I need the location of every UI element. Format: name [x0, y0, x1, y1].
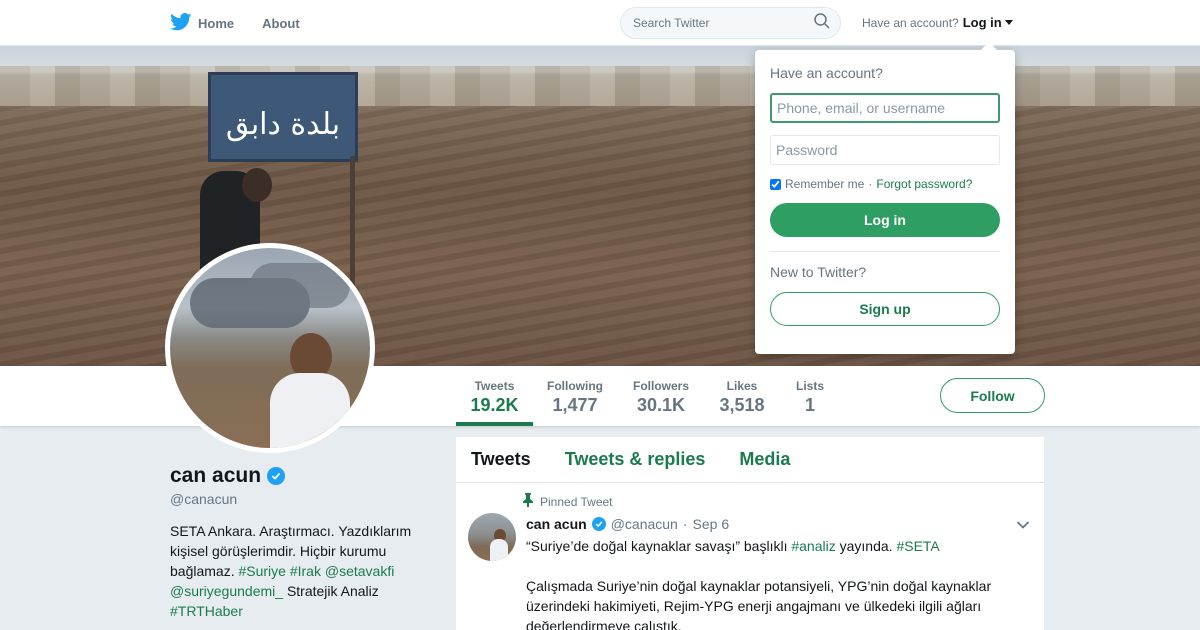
about-label: About	[262, 15, 300, 31]
account-prompt: Have an account?	[862, 15, 959, 30]
search-box[interactable]	[620, 7, 841, 39]
tweet-text-segment: “Suriye’de doğal kaynaklar savaşı” başlı…	[526, 538, 788, 554]
dropdown-title: Have an account?	[770, 65, 883, 81]
remember-separator: ·	[868, 177, 873, 191]
pinned-label: Pinned Tweet	[540, 494, 613, 509]
follow-button[interactable]: Follow	[940, 378, 1045, 413]
tweet-paragraph: “Suriye’de doğal kaynaklar savaşı” başlı…	[526, 536, 1026, 556]
bio-text: Stratejik Analiz	[286, 583, 379, 599]
timeline: Tweets Tweets & replies Media Pinned Twe…	[456, 437, 1044, 630]
banner-sign-text: بلدة دابق	[225, 107, 341, 142]
username-field[interactable]	[770, 93, 1000, 123]
bio-hashtag[interactable]: #TRTHaber	[170, 603, 243, 619]
login-link-label: Log in	[962, 15, 1002, 30]
stat-value: 1,477	[552, 395, 598, 415]
tab-tweets-replies[interactable]: Tweets & replies	[565, 449, 706, 470]
pinned-label-row: Pinned Tweet	[522, 493, 1025, 510]
verified-icon	[267, 467, 286, 485]
stat-label: Following	[547, 379, 603, 393]
tweet-timestamp[interactable]: Sep 6	[693, 516, 730, 532]
bio-mention[interactable]: @setavakfi	[325, 563, 394, 579]
tweet-hashtag[interactable]: #analiz	[791, 538, 835, 554]
search-input[interactable]	[633, 16, 803, 30]
bio-hashtag[interactable]: #Irak	[290, 563, 321, 579]
tweet-text: “Suriye’de doğal kaynaklar savaşı” başlı…	[526, 536, 1026, 630]
profile-name-row: can acun	[170, 464, 286, 488]
stat-value: 30.1K	[636, 395, 686, 415]
account-area: Have an account? Log in	[862, 15, 1013, 30]
stat-label: Followers	[632, 379, 689, 393]
signup-button[interactable]: Sign up	[770, 292, 1000, 326]
home-label: Home	[198, 15, 235, 31]
tab-tweets[interactable]: Tweets	[471, 449, 531, 470]
stat-lists[interactable]: Lists 1	[790, 366, 830, 426]
bio-hashtag[interactable]: #Suriye	[238, 563, 285, 579]
avatar-body	[270, 373, 350, 448]
banner-person-head	[242, 168, 272, 202]
tweet-avatar-body	[490, 539, 508, 561]
tweet-author-name[interactable]: can acun	[526, 516, 587, 532]
timeline-tabs: Tweets Tweets & replies Media	[456, 437, 1044, 483]
tweet-text-segment: yayında.	[839, 538, 893, 554]
twitter-bird-icon	[170, 12, 192, 34]
banner-sign: بلدة دابق	[208, 72, 358, 162]
remember-row: Remember me · Forgot password?	[770, 177, 1000, 191]
stat-label: Lists	[795, 379, 824, 393]
about-link[interactable]: About	[262, 16, 300, 31]
banner-village	[0, 66, 1200, 106]
login-dropdown-toggle[interactable]: Log in	[963, 15, 1013, 30]
profile-bio: SETA Ankara. Araştırmacı. Yazdıklarım ki…	[170, 521, 430, 621]
forgot-password-link[interactable]: Forgot password?	[876, 177, 972, 191]
tweet-author-handle[interactable]: @canacun	[611, 516, 678, 532]
chevron-down-icon[interactable]	[1016, 517, 1030, 535]
caret-down-icon	[1004, 20, 1013, 25]
pin-icon	[522, 493, 534, 510]
tweet-separator: ·	[682, 516, 688, 532]
dropdown-divider	[770, 251, 1000, 252]
tweet-avatar[interactable]	[468, 513, 516, 561]
stat-label: Tweets	[474, 379, 515, 393]
stat-tweets[interactable]: Tweets 19.2K	[456, 366, 533, 426]
stat-value: 1	[804, 395, 815, 415]
stat-label: Likes	[726, 379, 758, 393]
search-icon[interactable]	[814, 12, 830, 34]
stat-likes[interactable]: Likes 3,518	[712, 366, 772, 426]
stat-value: 19.2K	[470, 395, 519, 415]
home-link[interactable]: Home	[170, 12, 235, 34]
tab-media[interactable]: Media	[739, 449, 790, 470]
top-navigation-bar: Home About Have an account? Log in	[0, 0, 1200, 46]
stat-followers[interactable]: Followers 30.1K	[627, 366, 695, 426]
tweet-header: can acun @canacun · Sep 6	[526, 516, 1029, 532]
tweet-text-segment: Çalışmada Suriye’nin doğal kaynaklar pot…	[526, 578, 992, 630]
stat-value: 3,518	[719, 395, 765, 415]
nav-left: Home About	[170, 0, 300, 46]
tweet-paragraph: Çalışmada Suriye’nin doğal kaynaklar pot…	[526, 576, 1026, 630]
verified-icon	[591, 517, 606, 531]
bio-mention[interactable]: @suriyegundemi_	[170, 583, 283, 599]
new-to-twitter-prompt: New to Twitter?	[770, 264, 867, 280]
login-button[interactable]: Log in	[770, 203, 1000, 237]
banner-sign-post	[350, 156, 355, 286]
remember-label[interactable]: Remember me	[785, 177, 864, 191]
tweet-hashtag[interactable]: #SETA	[896, 538, 939, 554]
stat-following[interactable]: Following 1,477	[540, 366, 610, 426]
profile-handle[interactable]: @canacun	[170, 491, 237, 507]
login-dropdown: Have an account? Remember me · Forgot pa…	[755, 42, 1015, 354]
password-field[interactable]	[770, 135, 1000, 165]
remember-checkbox[interactable]	[770, 178, 781, 190]
pinned-tweet[interactable]: Pinned Tweet can acun @canacun · Sep 6 “…	[456, 483, 1044, 630]
profile-avatar[interactable]	[165, 243, 375, 453]
avatar-smoke	[250, 263, 350, 308]
profile-name[interactable]: can acun	[170, 464, 261, 488]
